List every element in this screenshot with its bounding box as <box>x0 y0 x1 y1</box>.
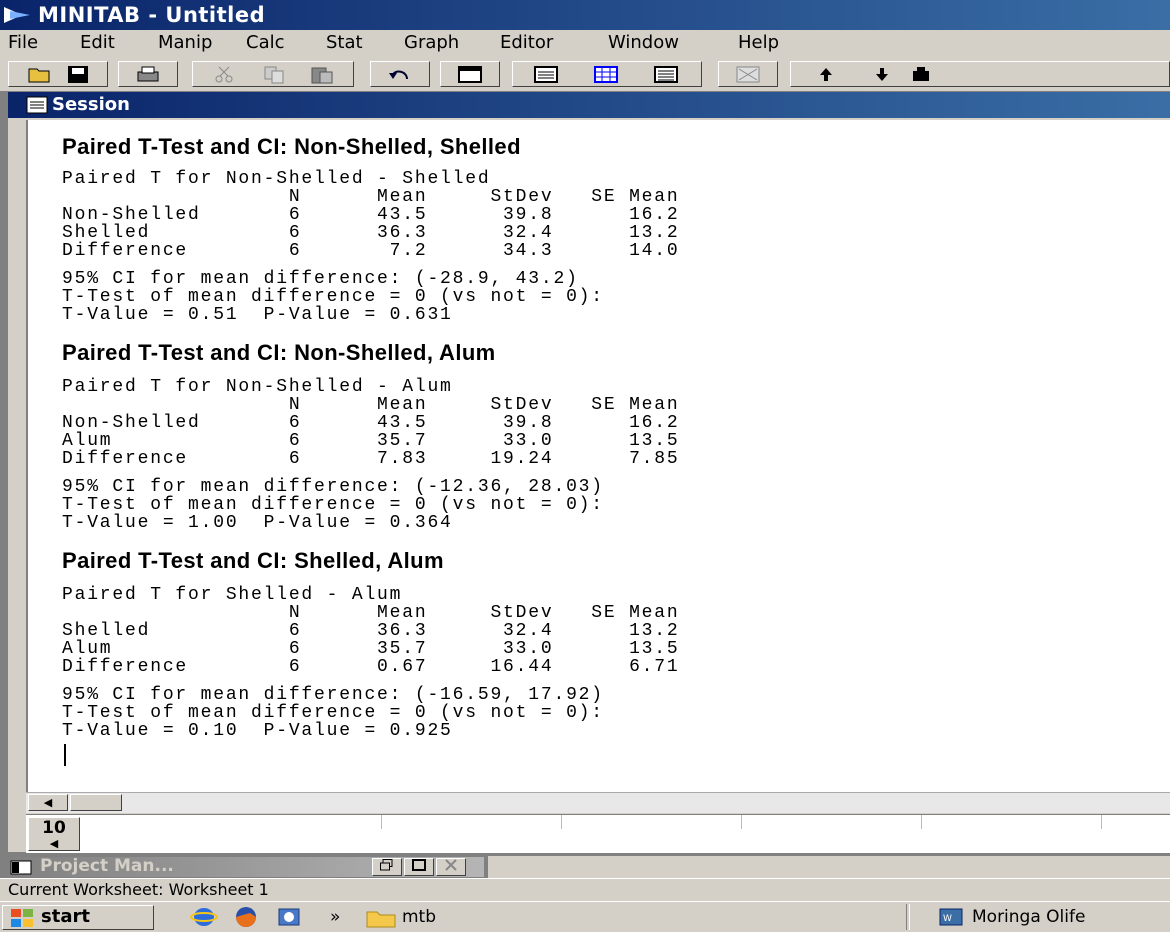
taskbar: start » mtb W Moringa Olife <box>0 901 1170 932</box>
data-window-icon[interactable] <box>457 65 483 84</box>
taskbar-item-mtb[interactable]: mtb <box>402 905 436 930</box>
horizontal-scrollbar[interactable]: ◀ <box>26 792 1170 813</box>
mdi-workspace: Session Paired T-Test and CI: Non-Shelle… <box>0 92 1170 879</box>
taskbar-divider <box>906 904 910 930</box>
start-button[interactable]: start <box>2 905 154 930</box>
session-title: Session <box>52 94 130 115</box>
menu-help[interactable]: Help <box>738 30 779 56</box>
info-icon[interactable] <box>653 65 679 84</box>
status-bar: Current Worksheet: Worksheet 1 <box>0 878 1170 901</box>
block1-line: T-Value = 0.51 P-Value = 0.631 <box>62 305 453 325</box>
worksheet-cell[interactable] <box>742 815 922 829</box>
block2-line: T-Value = 1.00 P-Value = 0.364 <box>62 513 453 533</box>
block1-header: Paired T-Test and CI: Non-Shelled, Shell… <box>62 134 521 159</box>
print-group <box>118 61 178 87</box>
block2-header: Paired T-Test and CI: Non-Shelled, Alum <box>62 340 496 365</box>
desktop-app-icon[interactable] <box>276 906 302 928</box>
scroll-left-icon[interactable]: ◀ <box>29 838 79 850</box>
menu-file[interactable]: File <box>8 30 38 56</box>
close-button[interactable] <box>436 858 466 876</box>
menu-edit[interactable]: Edit <box>80 30 115 56</box>
paste-icon[interactable] <box>309 65 335 84</box>
open-icon[interactable] <box>27 65 53 84</box>
up-arrow-icon[interactable] <box>813 65 839 84</box>
worksheet-cell[interactable] <box>922 815 1102 829</box>
undo-icon[interactable] <box>387 65 413 84</box>
menu-graph[interactable]: Graph <box>404 30 459 56</box>
toolbar <box>0 57 1170 92</box>
project-manager-title: Project Man... <box>40 856 174 876</box>
history-group <box>718 61 778 87</box>
svg-text:W: W <box>943 914 952 924</box>
history-icon[interactable] <box>735 65 761 84</box>
clipboard-group <box>192 61 354 87</box>
minitab-logo-icon <box>4 7 30 23</box>
save-icon[interactable] <box>65 65 91 84</box>
folder-icon <box>366 911 396 928</box>
undo-group <box>370 61 430 87</box>
firefox-icon[interactable] <box>232 905 260 929</box>
down-arrow-icon[interactable] <box>869 65 895 84</box>
row-number-label: 10 <box>42 818 66 838</box>
block1-line: Difference 6 7.2 34.3 14.0 <box>62 241 680 261</box>
worksheet-cell[interactable] <box>382 815 562 829</box>
maximize-button[interactable] <box>404 858 434 876</box>
window-titlebar[interactable]: MINITAB - Untitled <box>0 0 1170 30</box>
internet-explorer-icon[interactable] <box>190 906 218 928</box>
scroll-thumb[interactable] <box>70 794 122 811</box>
restore-button[interactable] <box>372 858 402 876</box>
session-window: Session Paired T-Test and CI: Non-Shelle… <box>8 92 1170 853</box>
close-icon <box>445 859 457 871</box>
start-label: start <box>41 906 90 927</box>
navigation-group <box>790 61 1170 87</box>
windows-logo-icon <box>11 909 33 927</box>
block3-line: T-Value = 0.10 P-Value = 0.925 <box>62 721 453 741</box>
session-window-icon[interactable] <box>533 65 559 84</box>
text-cursor <box>64 744 66 766</box>
project-manager-minimized[interactable]: Project Man... <box>0 855 488 879</box>
data-window-strip[interactable]: 10 ◀ <box>26 814 1170 853</box>
project-manager-icon <box>10 860 32 875</box>
block2-line: Difference 6 7.83 19.24 7.85 <box>62 449 680 469</box>
menu-window[interactable]: Window <box>608 30 679 56</box>
copy-icon[interactable] <box>261 65 287 84</box>
block3-line: Difference 6 0.67 16.44 6.71 <box>62 657 680 677</box>
menu-stat[interactable]: Stat <box>326 30 363 56</box>
word-document-icon: W <box>939 908 963 926</box>
worksheet-icon[interactable] <box>593 65 619 84</box>
scroll-left-button[interactable]: ◀ <box>28 794 68 811</box>
restore-icon <box>380 859 393 871</box>
menu-bar: File Edit Manip Calc Stat Graph Editor W… <box>0 30 1170 56</box>
cut-icon[interactable] <box>211 65 237 84</box>
window-tools-group <box>512 61 702 87</box>
worksheet-cell[interactable] <box>562 815 742 829</box>
menu-manip[interactable]: Manip <box>158 30 212 56</box>
status-text: Current Worksheet: Worksheet 1 <box>8 880 269 899</box>
session-output[interactable]: Paired T-Test and CI: Non-Shelled, Shell… <box>26 120 1170 810</box>
menu-editor[interactable]: Editor <box>500 30 553 56</box>
session-window-icon <box>26 96 48 114</box>
worksheet-cell[interactable] <box>82 815 382 829</box>
session-titlebar[interactable]: Session <box>8 92 1170 118</box>
data-window-group <box>440 61 500 87</box>
taskbar-item-moringa[interactable]: Moringa Olife <box>972 905 1085 930</box>
maximize-icon <box>412 859 426 871</box>
window-title: MINITAB - Untitled <box>38 3 266 27</box>
quick-launch-chevron[interactable]: » <box>330 905 340 930</box>
menu-calc[interactable]: Calc <box>246 30 285 56</box>
row-number: 10 ◀ <box>28 817 80 851</box>
more-icon[interactable] <box>909 65 935 84</box>
block3-header: Paired T-Test and CI: Shelled, Alum <box>62 548 444 573</box>
print-icon[interactable] <box>135 65 161 84</box>
file-tools-group <box>8 61 108 87</box>
